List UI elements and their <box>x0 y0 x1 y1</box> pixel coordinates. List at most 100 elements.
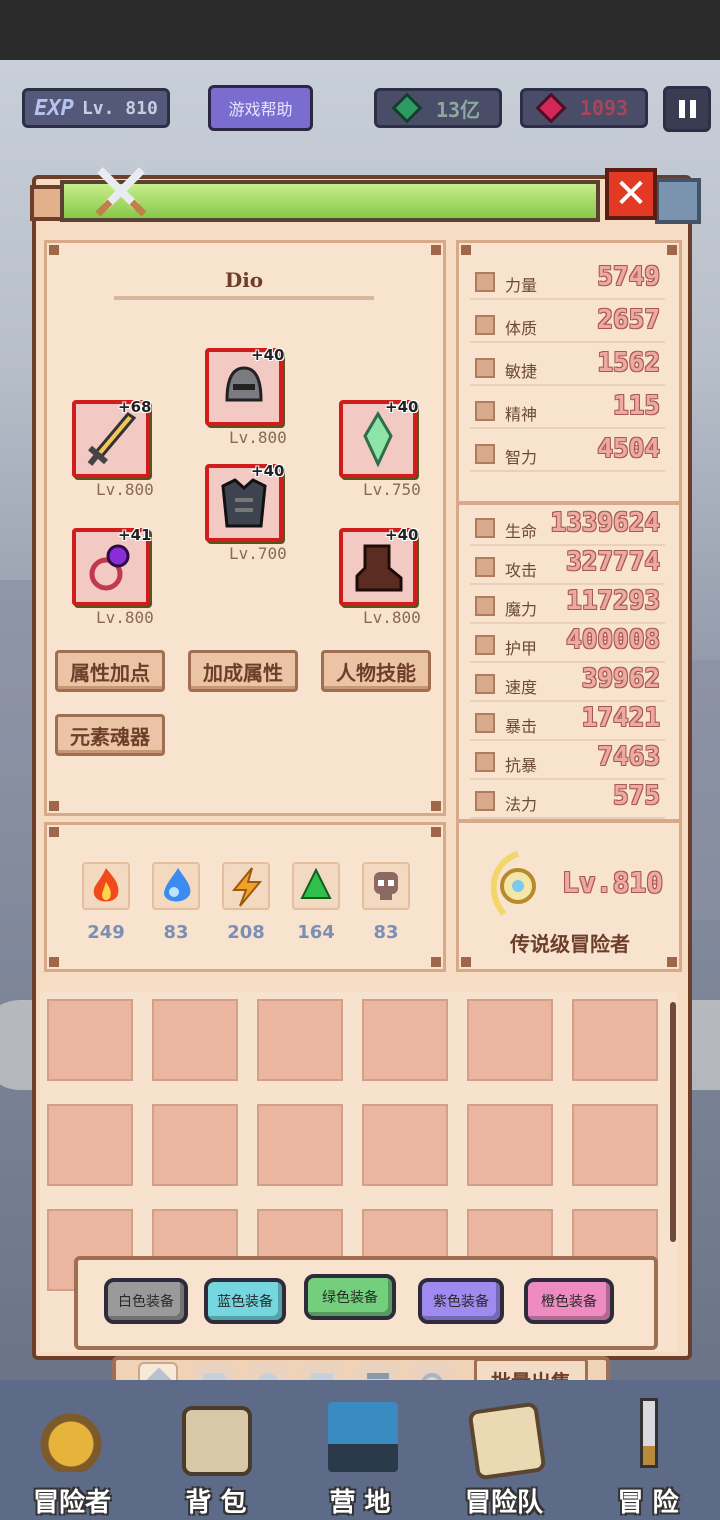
inventory-slot[interactable] <box>149 1101 241 1189</box>
ruby-amount: 1093 <box>579 96 629 120</box>
stat-strength: 力量 5749 <box>470 262 665 300</box>
filter-orange-button[interactable]: 橙色装备 <box>524 1278 614 1324</box>
lightning-icon <box>222 862 270 910</box>
gem-level: Lv.750 <box>363 480 421 499</box>
inventory-slot[interactable] <box>359 996 451 1084</box>
boots-level: Lv.800 <box>363 608 421 627</box>
stat-value: 39962 <box>581 664 660 694</box>
inventory-slot[interactable] <box>569 996 661 1084</box>
nav-adventure[interactable]: 冒 险 <box>576 1392 720 1518</box>
boots-enhance: +40 <box>385 526 419 544</box>
sword-icon <box>475 557 495 577</box>
weapon-level: Lv.800 <box>96 480 154 499</box>
boot-icon <box>475 358 495 378</box>
nav-team[interactable]: 冒险队 <box>432 1392 576 1518</box>
inventory-slot[interactable] <box>254 996 346 1084</box>
name-divider <box>114 296 374 300</box>
stat-value: 117293 <box>566 586 660 616</box>
heart-icon <box>475 518 495 538</box>
hero-name: Dio <box>224 268 264 292</box>
filter-label: 白色装备 <box>118 1294 174 1310</box>
helmet-level: Lv.800 <box>229 428 287 447</box>
ruby-icon <box>535 92 567 124</box>
star-icon <box>475 791 495 811</box>
filter-purple-button[interactable]: 紫色装备 <box>418 1278 504 1324</box>
stat-label: 速度 <box>505 678 538 697</box>
nav-label: 冒 险 <box>617 1488 679 1518</box>
lightning-value: 208 <box>227 922 265 943</box>
pause-icon <box>678 100 696 118</box>
stat-hp: 生命 1339624 <box>470 508 665 546</box>
brain-icon <box>475 444 495 464</box>
pause-button[interactable] <box>663 86 711 132</box>
stat-value: 1339624 <box>550 508 660 538</box>
stat-spirit: 精神 115 <box>470 391 665 429</box>
inventory-slot[interactable] <box>359 1101 451 1189</box>
camp-banner-icon <box>328 1402 398 1472</box>
bonus-attributes-label: 加成属性 <box>203 660 283 685</box>
stat-constitution: 体质 2657 <box>470 305 665 343</box>
stat-crit: 暴击 17421 <box>470 703 665 741</box>
stat-label: 生命 <box>505 522 538 541</box>
stat-label: 护甲 <box>505 639 538 658</box>
ring-enhance: +41 <box>118 526 152 544</box>
stat-label: 体质 <box>505 319 538 338</box>
inventory-scrollbar[interactable] <box>670 1002 676 1242</box>
armor-enhance: +40 <box>251 462 285 480</box>
nav-label: 冒险队 <box>464 1488 543 1518</box>
inventory-slot[interactable] <box>464 1101 556 1189</box>
poison-icon <box>292 862 340 910</box>
inventory-slot[interactable] <box>569 1101 661 1189</box>
sword-icon <box>640 1398 658 1468</box>
weapon-enhance: +68 <box>118 398 152 416</box>
backpack-icon <box>182 1406 252 1476</box>
element-soul-label: 元素魂器 <box>70 724 150 749</box>
stat-value: 327774 <box>566 547 660 577</box>
filter-label: 绿色装备 <box>322 1290 378 1306</box>
element-soul-button[interactable]: 元素魂器 <box>55 714 165 756</box>
strength-icon <box>475 272 495 292</box>
rank-level: Lv.810 <box>562 866 664 899</box>
close-button[interactable]: ✕ <box>605 168 657 220</box>
inventory-slot[interactable] <box>464 996 556 1084</box>
boot-icon <box>475 674 495 694</box>
gem-amount: 13亿 <box>435 97 481 122</box>
window-frame-ornament-right <box>655 178 701 224</box>
attribute-points-button[interactable]: 属性加点 <box>55 650 165 692</box>
stat-value: 115 <box>613 391 660 421</box>
stat-armor: 护甲 400008 <box>470 625 665 663</box>
inventory-slot[interactable] <box>44 1101 136 1189</box>
nav-camp[interactable]: 营 地 <box>288 1392 432 1518</box>
filter-green-button[interactable]: 绿色装备 <box>304 1274 396 1320</box>
game-help-button[interactable]: 游戏帮助 <box>208 85 313 131</box>
stat-value: 400008 <box>566 625 660 655</box>
staff-icon <box>475 596 495 616</box>
character-skills-button[interactable]: 人物技能 <box>321 650 431 692</box>
nav-adventurer[interactable]: 冒险者 <box>0 1392 144 1518</box>
nav-label: 冒险者 <box>32 1488 111 1518</box>
filter-white-button[interactable]: 白色装备 <box>104 1278 188 1324</box>
gem-counter: 13亿 <box>374 88 502 128</box>
shield-icon <box>475 635 495 655</box>
stat-label: 魔力 <box>505 600 538 619</box>
fire-icon <box>82 862 130 910</box>
bonus-attributes-button[interactable]: 加成属性 <box>188 650 298 692</box>
stat-magic: 魔力 117293 <box>470 586 665 624</box>
inventory-slot[interactable] <box>44 996 136 1084</box>
nav-backpack[interactable]: 背 包 <box>144 1392 288 1518</box>
poison-value: 164 <box>297 922 335 943</box>
armor-level: Lv.700 <box>229 544 287 563</box>
inventory-slot[interactable] <box>149 996 241 1084</box>
stat-crit-resist: 抗暴 7463 <box>470 742 665 780</box>
filter-label: 紫色装备 <box>433 1294 489 1310</box>
crit-icon <box>475 713 495 733</box>
exp-icon: EXP <box>34 95 74 121</box>
heart-icon <box>475 315 495 335</box>
stat-value: 2657 <box>597 305 660 335</box>
filter-blue-button[interactable]: 蓝色装备 <box>204 1278 286 1324</box>
nav-label: 营 地 <box>329 1488 391 1518</box>
helmet-enhance: +40 <box>251 346 285 364</box>
inventory-slot[interactable] <box>254 1101 346 1189</box>
stat-value: 7463 <box>597 742 660 772</box>
stat-label: 敏捷 <box>505 362 538 381</box>
